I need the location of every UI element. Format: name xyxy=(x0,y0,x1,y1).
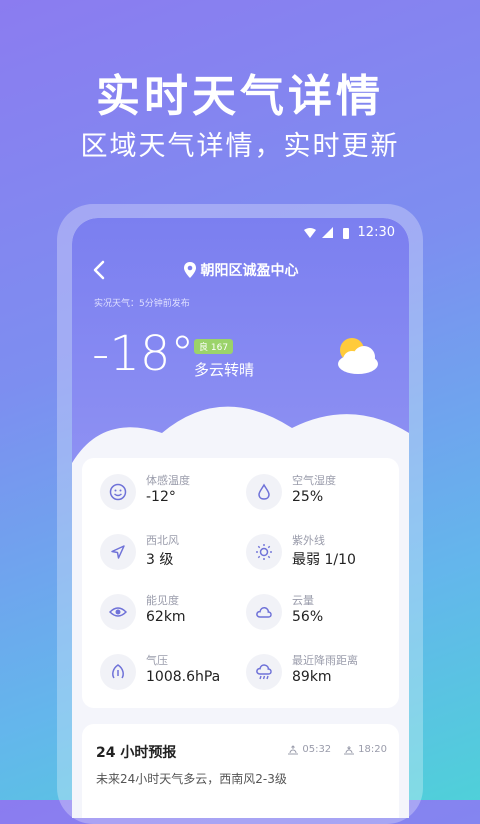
sunrise-time: 05:32 xyxy=(302,744,332,755)
battery-icon xyxy=(342,227,349,239)
detail-value: -12° xyxy=(146,489,176,505)
rain-cloud-icon xyxy=(246,654,282,690)
detail-humidity: 空气湿度 25% xyxy=(246,470,396,514)
location-label: 朝阳区诚盈中心 xyxy=(200,263,299,279)
sun-icon xyxy=(246,534,282,570)
detail-value: 89km xyxy=(292,669,332,685)
detail-label: 体感温度 xyxy=(146,474,190,487)
detail-label: 空气湿度 xyxy=(292,474,336,487)
location-pin-icon xyxy=(183,262,196,278)
detail-visibility: 能见度 62km xyxy=(100,590,250,634)
sunset-icon xyxy=(344,745,355,754)
detail-wind: 西北风 3 级 xyxy=(100,530,250,574)
droplet-icon xyxy=(246,474,282,510)
signal-icon xyxy=(321,226,333,238)
detail-value: 3 级 xyxy=(146,552,174,568)
status-time: 12:30 xyxy=(357,225,395,240)
detail-rain-distance: 最近降雨距离 89km xyxy=(246,650,396,694)
detail-label: 能见度 xyxy=(146,594,179,607)
forecast-description: 未来24小时天气多云，西南风2-3级 xyxy=(96,772,287,786)
status-bar: 12:30 xyxy=(303,225,395,240)
aqi-badge: 良 167 xyxy=(194,339,234,354)
detail-value: 25% xyxy=(292,489,324,505)
detail-feels-like: 体感温度 -12° xyxy=(100,470,250,514)
location-title[interactable]: 朝阳区诚盈中心 xyxy=(72,260,409,280)
pressure-icon xyxy=(100,654,136,690)
detail-cloud-cover: 云量 56% xyxy=(246,590,396,634)
weather-details-card: 体感温度 -12° 空气湿度 25% 西北风 3 级 紫外线 最弱 1/10 能… xyxy=(82,458,399,708)
hero-title: 实时天气详情 xyxy=(96,71,384,122)
forecast-title: 24 小时预报 xyxy=(96,745,177,761)
sun-times: 05:32 18:20 xyxy=(287,744,387,755)
navigation-icon xyxy=(100,534,136,570)
detail-value: 1008.6hPa xyxy=(146,669,221,685)
sunset-time: 18:20 xyxy=(358,744,387,755)
current-temperature: -18° xyxy=(92,326,195,382)
weather-condition: 多云转晴 xyxy=(194,361,255,379)
detail-uv: 紫外线 最弱 1/10 xyxy=(246,530,396,574)
detail-label: 西北风 xyxy=(146,534,179,547)
forecast-24h-card[interactable]: 24 小时预报 05:32 18:20 未来24小时天气多云，西南风2-3级 xyxy=(82,724,399,818)
detail-label: 气压 xyxy=(146,654,168,667)
cloud-icon xyxy=(246,594,282,630)
hero-subtitle: 区域天气详情，实时更新 xyxy=(80,131,400,162)
detail-value: 62km xyxy=(146,609,186,625)
partly-cloudy-icon xyxy=(338,338,378,374)
detail-pressure: 气压 1008.6hPa xyxy=(100,650,250,694)
detail-label: 紫外线 xyxy=(292,534,325,547)
wifi-icon xyxy=(303,227,316,238)
eye-icon xyxy=(100,594,136,630)
detail-label: 最近降雨距离 xyxy=(292,654,358,667)
detail-value: 最弱 1/10 xyxy=(292,552,356,568)
sunrise-icon xyxy=(288,744,299,754)
detail-value: 56% xyxy=(292,609,324,625)
detail-label: 云量 xyxy=(292,594,314,607)
phone-screen: 12:30 朝阳区诚盈中心 实况天气：5分钟前发布 -18° 良 167 多云转… xyxy=(72,218,409,818)
live-weather-label: 实况天气：5分钟前发布 xyxy=(94,299,190,309)
smile-icon xyxy=(100,474,136,510)
